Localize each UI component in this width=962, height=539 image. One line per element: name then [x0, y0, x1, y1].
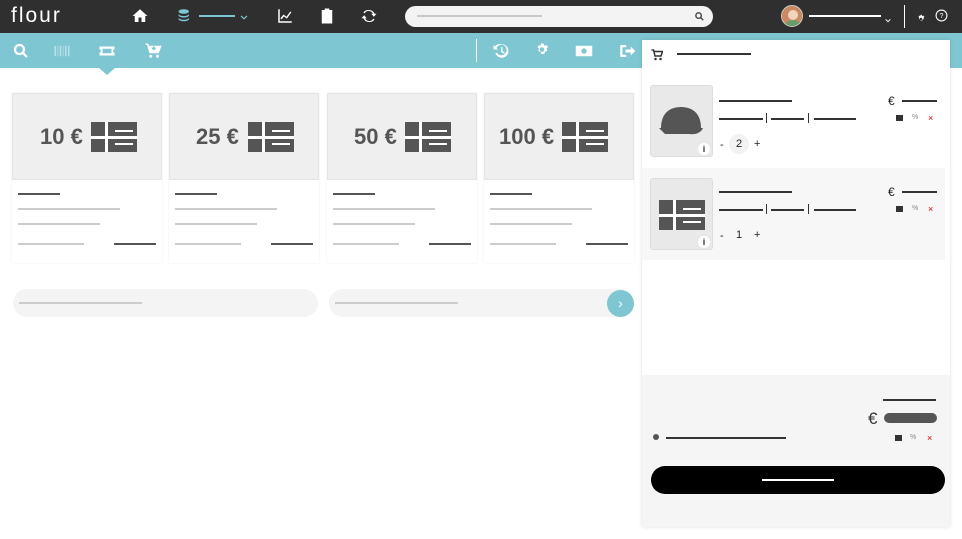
- divider: [904, 5, 905, 28]
- clear-cart-button[interactable]: ×: [927, 433, 932, 443]
- next-page-button[interactable]: ›: [607, 290, 634, 317]
- gift-card-icon: [91, 122, 137, 152]
- cart-plus-icon[interactable]: [144, 42, 162, 60]
- increase-qty-button[interactable]: +: [754, 229, 760, 241]
- sign-out-icon[interactable]: [618, 42, 636, 60]
- product-card[interactable]: 50 €: [327, 93, 477, 263]
- search-input[interactable]: [405, 6, 713, 27]
- currency-symbol: €: [888, 94, 895, 108]
- gift-card-icon: [562, 122, 608, 152]
- product-image: 25 €: [169, 93, 319, 180]
- product-image: 100 €: [484, 93, 634, 180]
- gift-card-icon: [248, 122, 294, 152]
- cart-panel: i € % × - 2 + i € % × - 1 + € % ×: [642, 40, 950, 527]
- product-card[interactable]: 100 €: [484, 93, 634, 263]
- coins-icon[interactable]: [177, 7, 195, 25]
- cash-icon[interactable]: [895, 435, 902, 441]
- decrease-qty-button[interactable]: -: [720, 230, 724, 242]
- product-card[interactable]: 10 €: [12, 93, 162, 263]
- sync-icon[interactable]: [360, 7, 378, 25]
- clipboard-icon[interactable]: [318, 7, 336, 25]
- chevron-down-icon[interactable]: [884, 12, 892, 23]
- avatar[interactable]: [781, 5, 803, 27]
- cart-summary: € % ×: [642, 375, 950, 527]
- help-icon[interactable]: ?: [935, 9, 948, 22]
- app-logo: flour: [11, 4, 62, 27]
- info-button[interactable]: i: [698, 143, 710, 155]
- currency-symbol: €: [868, 409, 878, 428]
- cash-icon[interactable]: [896, 115, 903, 121]
- info-button[interactable]: i: [698, 236, 710, 248]
- pagination-status: [329, 289, 634, 317]
- barcode-icon[interactable]: [53, 42, 71, 60]
- quantity-value[interactable]: 1: [729, 225, 749, 245]
- cap-icon: i: [650, 85, 713, 157]
- total-amount: [884, 413, 937, 423]
- history-icon[interactable]: [492, 42, 510, 60]
- product-price: 50 €: [354, 124, 397, 149]
- product-card[interactable]: 25 €: [169, 93, 319, 263]
- increase-qty-button[interactable]: +: [754, 138, 760, 150]
- user-icon[interactable]: [653, 434, 659, 440]
- product-price: 10 €: [40, 124, 83, 149]
- cart-item[interactable]: i € % × - 1 +: [642, 168, 945, 260]
- remove-item-button[interactable]: ×: [928, 204, 933, 214]
- checkout-button[interactable]: [651, 466, 945, 494]
- gift-card-icon: i: [650, 178, 713, 250]
- active-indicator: [99, 68, 115, 75]
- location-selector[interactable]: [199, 15, 235, 17]
- discount-button[interactable]: %: [912, 114, 918, 121]
- discount-button[interactable]: %: [910, 434, 916, 441]
- cash-icon[interactable]: [896, 206, 903, 212]
- top-bar: flour ?: [0, 0, 962, 41]
- user-name[interactable]: [809, 15, 881, 17]
- currency-symbol: €: [888, 185, 895, 199]
- cash-icon[interactable]: [575, 42, 593, 60]
- decrease-qty-button[interactable]: -: [720, 139, 724, 151]
- pagination-prev[interactable]: [13, 289, 318, 317]
- gear-icon[interactable]: [916, 11, 926, 21]
- discount-button[interactable]: %: [912, 205, 918, 212]
- gear-icon[interactable]: [533, 42, 551, 60]
- product-image: 10 €: [12, 93, 162, 180]
- cart-icon: [651, 48, 664, 61]
- ticket-icon[interactable]: [98, 42, 116, 60]
- home-icon[interactable]: [131, 7, 149, 25]
- svg-text:?: ?: [940, 13, 944, 20]
- product-price: 25 €: [196, 124, 239, 149]
- product-price: 100 €: [499, 124, 555, 149]
- quantity-value[interactable]: 2: [729, 134, 749, 154]
- gift-card-icon: [405, 122, 451, 152]
- chevron-down-icon[interactable]: [239, 10, 249, 20]
- search-icon[interactable]: [12, 42, 30, 60]
- remove-item-button[interactable]: ×: [928, 113, 933, 123]
- product-image: 50 €: [327, 93, 477, 180]
- chart-line-icon[interactable]: [276, 7, 294, 25]
- divider: [476, 39, 477, 62]
- search-icon[interactable]: [694, 11, 705, 22]
- cart-item[interactable]: i € % × - 2 +: [642, 85, 945, 177]
